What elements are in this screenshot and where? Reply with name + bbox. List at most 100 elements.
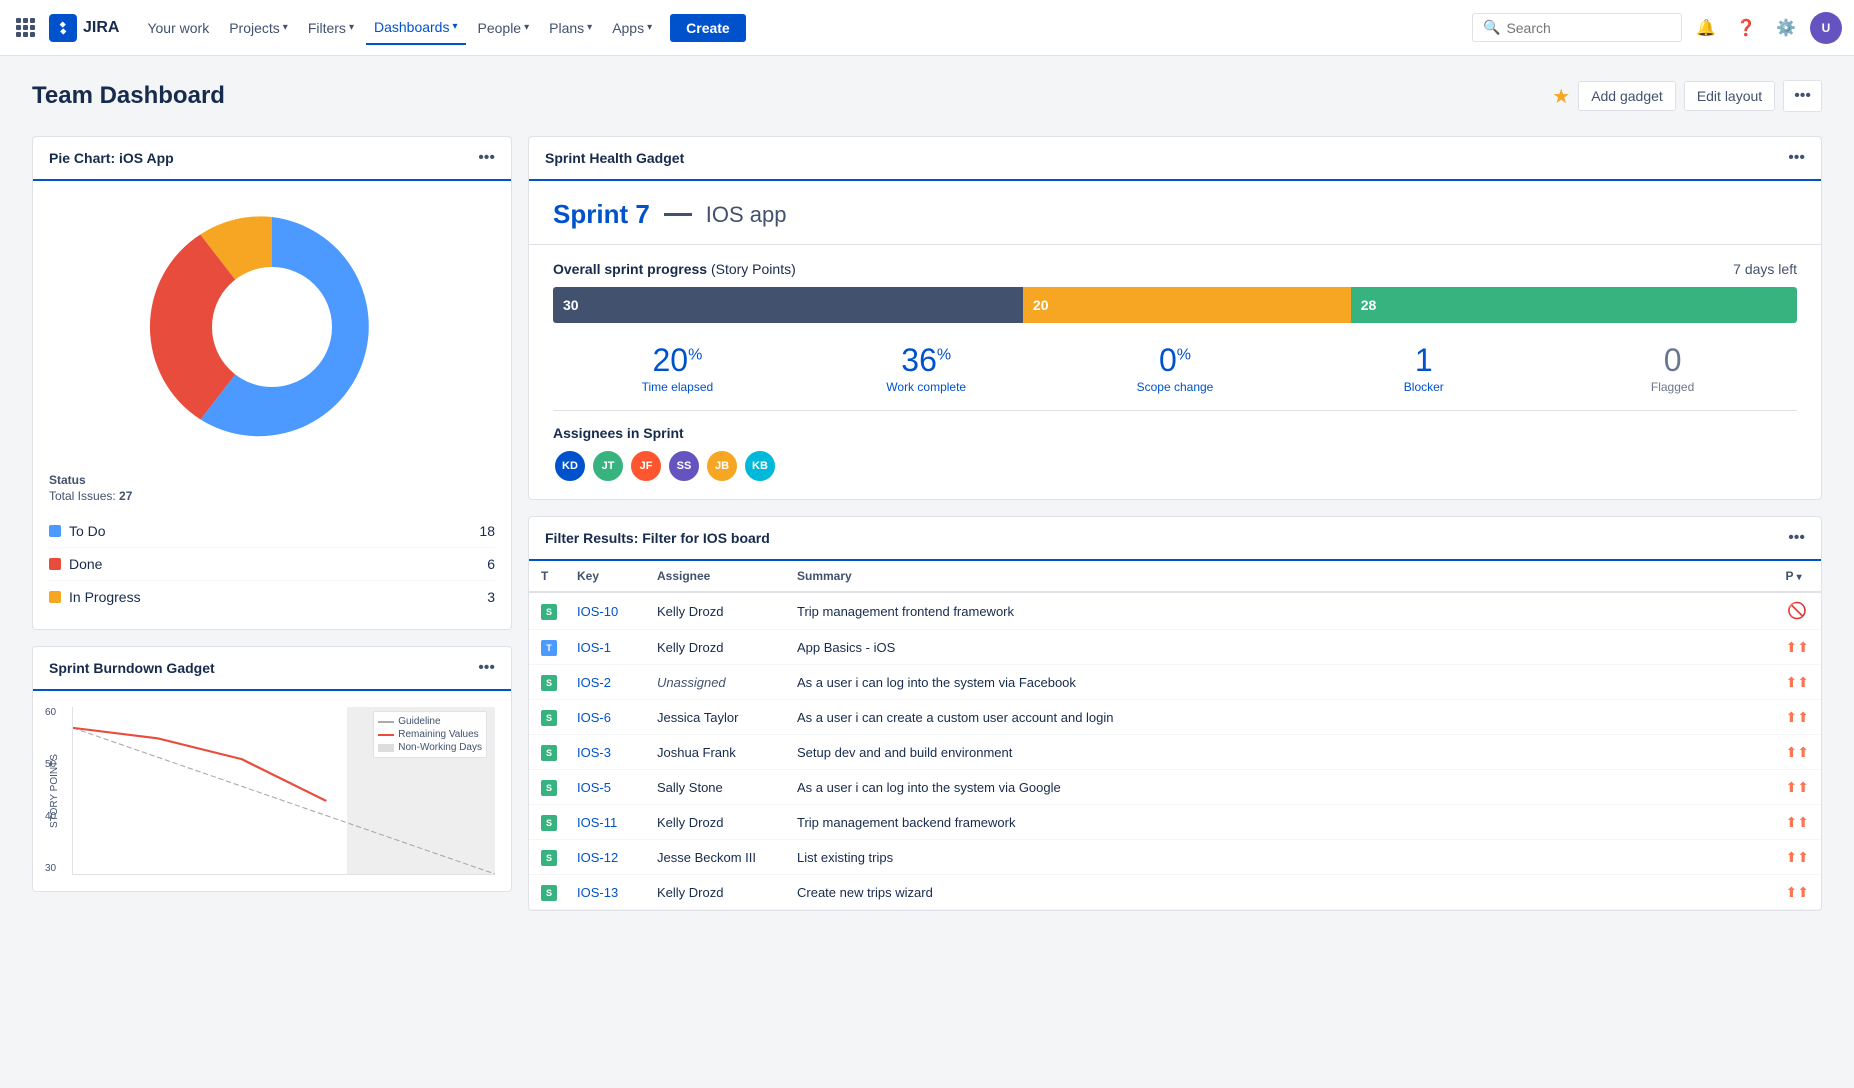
nav-item-dashboards[interactable]: Dashboards ▾ — [366, 11, 466, 45]
more-options-button[interactable]: ••• — [1783, 80, 1822, 112]
assignee-avatar-3[interactable]: JF — [629, 449, 663, 483]
priority-icon-high: ⬆⬆ — [1786, 639, 1809, 655]
filter-results-gadget: Filter Results: Filter for IOS board •••… — [528, 516, 1822, 911]
burndown-gadget: Sprint Burndown Gadget ••• STORY POINTS … — [32, 646, 512, 892]
filter-results-menu-button[interactable]: ••• — [1788, 529, 1805, 547]
assignees-section: Assignees in Sprint KD JT JF SS JB KB — [553, 425, 1797, 483]
sprint-separator — [664, 213, 692, 216]
remaining-values-line — [73, 728, 326, 801]
dashboard-grid: Pie Chart: iOS App ••• — [32, 136, 1822, 911]
priority-icon-high: ⬆⬆ — [1786, 814, 1809, 830]
edit-layout-button[interactable]: Edit layout — [1684, 81, 1775, 111]
col-header-type: T — [529, 561, 569, 592]
priority-icon-high: ⬆⬆ — [1786, 779, 1809, 795]
sprint-progress-title: Overall sprint progress (Story Points) — [553, 261, 796, 277]
burndown-body: STORY POINTS 60 50 40 30 — [33, 691, 511, 891]
issue-type-icon: S — [541, 710, 557, 726]
pie-chart-container — [49, 197, 495, 457]
priority-icon-blocker: 🚫 — [1787, 603, 1807, 620]
issue-key-link[interactable]: IOS-11 — [577, 815, 617, 830]
chevron-down-icon: ▾ — [647, 22, 652, 33]
create-button[interactable]: Create — [670, 14, 746, 42]
jira-logo[interactable]: JIRA — [49, 14, 119, 42]
issue-key-link[interactable]: IOS-13 — [577, 885, 618, 900]
stat-label-scope: Scope change — [1051, 380, 1300, 394]
add-gadget-button[interactable]: Add gadget — [1578, 81, 1676, 111]
issue-key-link[interactable]: IOS-2 — [577, 675, 611, 690]
legend-label-todo: To Do — [69, 523, 106, 539]
legend-remaining: Remaining Values — [398, 729, 478, 740]
filter-results-title: Filter Results: Filter for IOS board — [545, 530, 770, 546]
chevron-down-icon: ▾ — [283, 22, 288, 33]
filter-table: T Key Assignee Summary P ▾ — [529, 561, 1821, 910]
pie-chart-menu-button[interactable]: ••• — [478, 149, 495, 167]
burndown-header: Sprint Burndown Gadget ••• — [33, 647, 511, 691]
star-button[interactable]: ★ — [1552, 84, 1570, 109]
table-row: S IOS-12 Jesse Beckom III List existing … — [529, 840, 1821, 875]
stat-scope-change: 0% Scope change — [1051, 343, 1300, 394]
legend-item-todo: To Do 18 — [49, 515, 495, 548]
pie-chart-svg — [132, 197, 412, 457]
legend-dot-todo — [49, 525, 61, 537]
stat-label-flagged: Flagged — [1548, 380, 1797, 394]
pb-segment-gray: 30 — [553, 287, 1023, 323]
stat-time-elapsed: 20% Time elapsed — [553, 343, 802, 394]
settings-button[interactable]: ⚙️ — [1770, 12, 1802, 44]
assignee-avatar-1[interactable]: KD — [553, 449, 587, 483]
pb-segment-yellow: 20 — [1023, 287, 1351, 323]
table-row: S IOS-10 Kelly Drozd Trip management fro… — [529, 592, 1821, 630]
filter-results-header: Filter Results: Filter for IOS board ••• — [529, 517, 1821, 561]
help-button[interactable]: ❓ — [1730, 12, 1762, 44]
priority-icon-high: ⬆⬆ — [1786, 674, 1809, 690]
nav-item-people[interactable]: People ▾ — [470, 14, 538, 42]
legend-count-todo: 18 — [479, 523, 495, 539]
pie-chart-title: Pie Chart: iOS App — [49, 150, 174, 166]
legend-dot-done — [49, 558, 61, 570]
col-header-summary: Summary — [789, 561, 1774, 592]
issue-type-icon: S — [541, 675, 557, 691]
chevron-down-icon: ▾ — [349, 22, 354, 33]
burndown-menu-button[interactable]: ••• — [478, 659, 495, 677]
sort-icon: ▾ — [1797, 572, 1802, 583]
table-row: S IOS-11 Kelly Drozd Trip management bac… — [529, 805, 1821, 840]
table-row: S IOS-6 Jessica Taylor As a user i can c… — [529, 700, 1821, 735]
burndown-title: Sprint Burndown Gadget — [49, 660, 215, 676]
nav-item-your-work[interactable]: Your work — [139, 14, 217, 42]
issue-key-link[interactable]: IOS-3 — [577, 745, 611, 760]
notifications-button[interactable]: 🔔 — [1690, 12, 1722, 44]
sprint-health-gadget: Sprint Health Gadget ••• Sprint 7 IOS ap… — [528, 136, 1822, 500]
issue-key-link[interactable]: IOS-12 — [577, 850, 618, 865]
user-avatar[interactable]: U — [1810, 12, 1842, 44]
sprint-name-row: Sprint 7 IOS app — [529, 181, 1821, 245]
nav-item-plans[interactable]: Plans ▾ — [541, 14, 600, 42]
nav-item-apps[interactable]: Apps ▾ — [604, 14, 660, 42]
jira-brand-label: JIRA — [83, 19, 119, 37]
assignee-avatars: KD JT JF SS JB KB — [553, 449, 1797, 483]
col-header-key: Key — [569, 561, 649, 592]
sprint-stats-row: 20% Time elapsed 36% Work complete — [553, 343, 1797, 411]
priority-icon-high: ⬆⬆ — [1786, 849, 1809, 865]
col-header-priority[interactable]: P ▾ — [1774, 561, 1821, 592]
search-box[interactable]: 🔍 — [1472, 13, 1682, 42]
apps-grid-icon[interactable] — [12, 14, 39, 41]
sprint-days-left: 7 days left — [1733, 261, 1797, 277]
assignee-avatar-4[interactable]: SS — [667, 449, 701, 483]
assignee-avatar-5[interactable]: JB — [705, 449, 739, 483]
assignee-avatar-2[interactable]: JT — [591, 449, 625, 483]
table-row: S IOS-3 Joshua Frank Setup dev and and b… — [529, 735, 1821, 770]
issue-key-link[interactable]: IOS-1 — [577, 640, 611, 655]
search-input[interactable] — [1506, 20, 1671, 36]
issue-type-icon: S — [541, 745, 557, 761]
nav-item-filters[interactable]: Filters ▾ — [300, 14, 362, 42]
sprint-health-menu-button[interactable]: ••• — [1788, 149, 1805, 167]
issue-key-link[interactable]: IOS-10 — [577, 604, 618, 619]
col-header-assignee: Assignee — [649, 561, 789, 592]
nav-item-projects[interactable]: Projects ▾ — [221, 14, 296, 42]
legend-item-done: Done 6 — [49, 548, 495, 581]
priority-icon-high: ⬆⬆ — [1786, 884, 1809, 900]
assignee-avatar-6[interactable]: KB — [743, 449, 777, 483]
issue-key-link[interactable]: IOS-6 — [577, 710, 611, 725]
legend-item-inprogress: In Progress 3 — [49, 581, 495, 613]
issue-type-icon: S — [541, 780, 557, 796]
issue-key-link[interactable]: IOS-5 — [577, 780, 611, 795]
